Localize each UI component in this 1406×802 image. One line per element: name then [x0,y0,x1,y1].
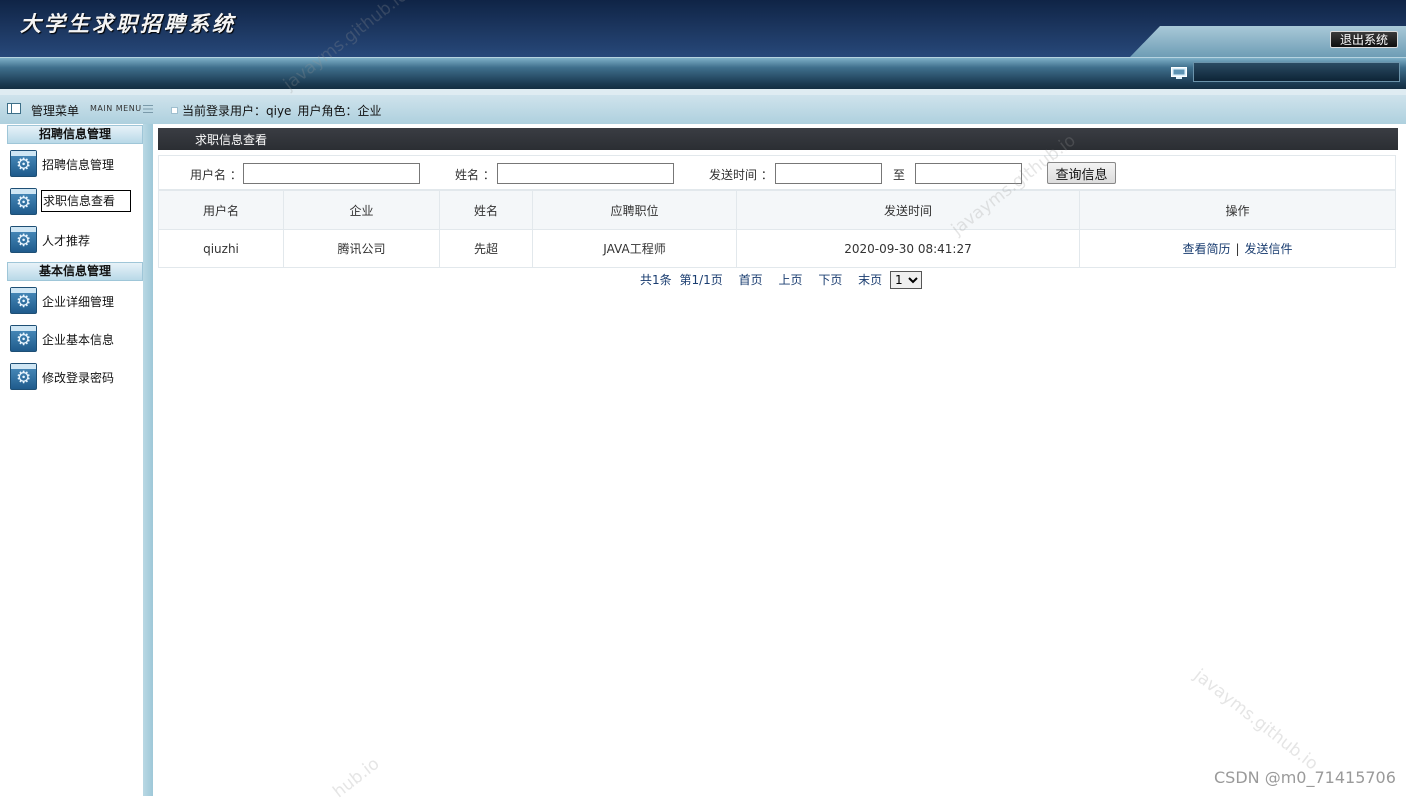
name-input[interactable] [497,163,674,184]
gear-icon [10,325,37,352]
gear-icon [10,287,37,314]
menu-list-icon [7,103,21,114]
csdn-watermark: CSDN @m0_71415706 [1214,768,1396,787]
login-status: 当前登录用户：qiye 用户角色：企业 [182,102,387,119]
send-message-link[interactable]: 发送信件 [1245,242,1293,256]
menu-item-label[interactable]: 人才推荐 [42,232,90,249]
action-separator: | [1235,242,1240,256]
menu-item-company-basic[interactable]: 企业基本信息 [10,325,140,355]
sidebar-border [143,124,153,796]
cell-username: qiuzhi [158,229,284,268]
next-page-link[interactable]: 下页 [818,273,842,287]
menu-item-label[interactable]: 修改登录密码 [42,369,114,386]
start-time-input[interactable] [775,163,882,184]
name-label: 姓名 ： [455,168,495,182]
username-input[interactable] [243,163,420,184]
current-user-label: 当前登录用户：qiye [182,104,292,118]
search-form: 用户名 ： 姓名 ： 发送时间 ： 至 查询信息 [158,155,1396,190]
panel-title: 求职信息查看 [195,133,268,147]
user-role-label: 用户角色：企业 [297,104,382,118]
end-time-input[interactable] [915,163,1022,184]
subbar-panel [1193,62,1400,82]
send-time-label: 发送时间 ： [709,168,773,182]
column-header: 操作 [1079,190,1396,230]
menu-item-label[interactable]: 求职信息查看 [41,190,131,212]
menu-item-label[interactable]: 招聘信息管理 [42,156,114,173]
cell-company: 腾讯公司 [283,229,440,268]
cell-position: JAVA工程师 [532,229,737,268]
job-application-table: 用户名 企业 姓名 应聘职位 发送时间 操作 qiuzhi 腾讯公司 先超 JA… [158,190,1396,268]
gear-icon [10,150,37,177]
monitor-icon [1171,67,1187,79]
top-header: 大学生求职招聘系统 退出系统 [0,0,1406,57]
menu-item-recruit-manage[interactable]: 招聘信息管理 [10,150,140,180]
status-bullet-icon [171,107,178,114]
menu-item-job-seeker-view[interactable]: 求职信息查看 [10,188,140,218]
column-header: 应聘职位 [532,190,737,230]
column-header: 姓名 [439,190,533,230]
menu-subtitle: MAIN MENU [90,104,142,113]
username-label: 用户名 ： [190,168,242,182]
sidebar [0,124,143,796]
menu-item-change-password[interactable]: 修改登录密码 [10,363,140,393]
menu-item-company-detail[interactable]: 企业详细管理 [10,287,140,317]
menu-group-recruit[interactable]: 招聘信息管理 [7,125,143,144]
cell-name: 先超 [439,229,533,268]
menu-item-talent-recommend[interactable]: 人才推荐 [10,226,140,256]
last-page-link[interactable]: 末页 [858,273,882,287]
cell-send-time: 2020-09-30 08:41:27 [736,229,1080,268]
panel-title-bar: 求职信息查看 [158,128,1398,150]
column-header: 用户名 [158,190,284,230]
menu-header: 管理菜单 MAIN MENU [0,95,155,124]
view-resume-link[interactable]: 查看简历 [1182,242,1230,256]
table-row: qiuzhi 腾讯公司 先超 JAVA工程师 2020-09-30 08:41:… [158,229,1396,268]
menu-item-label[interactable]: 企业详细管理 [42,293,114,310]
logout-button[interactable]: 退出系统 [1330,31,1398,48]
menu-item-label[interactable]: 企业基本信息 [42,331,114,348]
table-header-row: 用户名 企业 姓名 应聘职位 发送时间 操作 [158,190,1396,230]
gear-icon [10,363,37,390]
page-select[interactable]: 1 [890,271,922,289]
menu-toggle-icon[interactable] [143,104,153,114]
gear-icon [10,188,37,215]
menu-group-basic[interactable]: 基本信息管理 [7,262,143,281]
total-count: 共1条 [640,273,672,287]
prev-page-link[interactable]: 上页 [778,273,802,287]
cell-actions: 查看简历 | 发送信件 [1079,229,1396,268]
menu-title: 管理菜单 [31,104,80,118]
search-button[interactable]: 查询信息 [1047,162,1116,184]
column-header: 发送时间 [736,190,1080,230]
column-header: 企业 [283,190,440,230]
app-title: 大学生求职招聘系统 [20,11,236,36]
first-page-link[interactable]: 首页 [739,273,763,287]
gear-icon [10,226,37,253]
pagination: 共1条 第1/1页 首页 上页 下页 末页 1 [640,271,922,289]
page-indicator: 第1/1页 [679,273,723,287]
to-label: 至 [893,168,906,182]
